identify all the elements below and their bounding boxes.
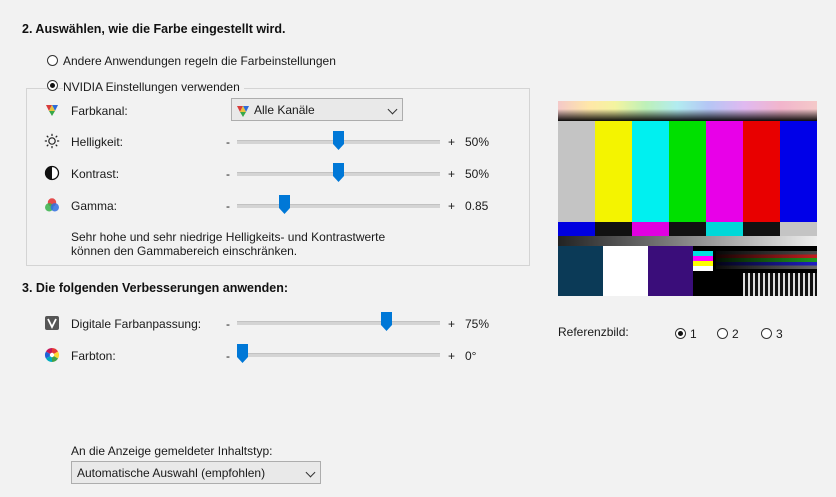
hue-slider-track[interactable] — [237, 353, 440, 357]
helligkeit-minus: - — [226, 135, 230, 149]
gamma-label: Gamma: — [71, 199, 118, 213]
gamma-slider-thumb[interactable] — [279, 195, 291, 214]
vibrance-slider-thumb[interactable] — [381, 312, 392, 331]
sun-icon — [44, 133, 60, 149]
radio-other-apps-label[interactable]: Andere Anwendungen regeln die Farbeinste… — [63, 54, 336, 68]
hue-value: 0° — [465, 349, 477, 363]
section2-heading: 2. Auswählen, wie die Farbe eingestellt … — [22, 22, 286, 36]
chevron-down-icon — [387, 104, 398, 114]
hue-plus: + — [448, 349, 456, 363]
vibrance-value: 75% — [465, 317, 490, 331]
kontrast-plus: + — [448, 167, 456, 181]
gamma-rgb-icon — [45, 198, 59, 212]
gamma-value: 0.85 — [465, 199, 489, 213]
reference-radio-1[interactable] — [675, 328, 686, 339]
hue-wheel-icon — [45, 348, 59, 362]
content-type-value: Automatische Auswahl (empfohlen) — [77, 466, 266, 480]
kontrast-label: Kontrast: — [71, 167, 120, 181]
gamma-plus: + — [448, 199, 456, 213]
hue-label: Farbton: — [71, 349, 116, 363]
pattern-color-bars — [558, 121, 817, 222]
reference-radio-2[interactable] — [717, 328, 728, 339]
farbkanal-dropdown[interactable]: Alle Kanäle — [231, 98, 403, 121]
chevron-down-icon — [305, 467, 316, 477]
reference-radio-3-label[interactable]: 3 — [776, 327, 783, 341]
gamma-slider-track[interactable] — [237, 204, 440, 208]
vibrance-label: Digitale Farbanpassung: — [71, 317, 202, 331]
radio-nvidia-settings[interactable] — [47, 80, 58, 91]
content-type-label: An die Anzeige gemeldeter Inhaltstyp: — [71, 444, 273, 458]
contrast-icon — [44, 165, 60, 181]
helligkeit-plus: + — [448, 135, 456, 149]
kontrast-slider-thumb[interactable] — [333, 163, 344, 182]
hue-slider-thumb[interactable] — [237, 344, 248, 363]
section3-heading: 3. Die folgenden Verbesserungen anwenden… — [22, 281, 289, 295]
content-type-dropdown[interactable]: Automatische Auswahl (empfohlen) — [71, 461, 321, 484]
gamma-minus: - — [226, 199, 230, 213]
reference-test-pattern-image — [558, 101, 817, 296]
helligkeit-value: 50% — [465, 135, 490, 149]
vibrance-plus: + — [448, 317, 456, 331]
helligkeit-label: Helligkeit: — [71, 135, 124, 149]
reference-label: Referenzbild: — [558, 325, 629, 339]
radio-nvidia-settings-label[interactable]: NVIDIA Einstellungen verwenden — [63, 80, 244, 94]
gamma-note-line2: können den Gammabereich einschränken. — [71, 244, 298, 258]
color-channel-dropdown-icon — [237, 106, 249, 117]
pattern-gray-ramp — [558, 236, 817, 246]
reference-radio-1-label[interactable]: 1 — [690, 327, 697, 341]
hue-minus: - — [226, 349, 230, 363]
kontrast-value: 50% — [465, 167, 490, 181]
vibrance-minus: - — [226, 317, 230, 331]
nvidia-color-settings-panel: 2. Auswählen, wie die Farbe eingestellt … — [0, 0, 836, 497]
farbkanal-value: Alle Kanäle — [254, 103, 315, 117]
farbkanal-label: Farbkanal: — [71, 104, 128, 118]
radio-other-apps[interactable] — [47, 55, 58, 66]
color-channel-icon — [46, 105, 58, 116]
helligkeit-slider-thumb[interactable] — [333, 131, 344, 150]
reference-radio-2-label[interactable]: 2 — [732, 327, 739, 341]
kontrast-minus: - — [226, 167, 230, 181]
gamma-note-line1: Sehr hohe und sehr niedrige Helligkeits-… — [71, 230, 386, 244]
reference-radio-3[interactable] — [761, 328, 772, 339]
digital-vibrance-icon — [45, 316, 59, 330]
vibrance-slider-track[interactable] — [237, 321, 440, 325]
pattern-reverse-bars — [558, 222, 817, 236]
